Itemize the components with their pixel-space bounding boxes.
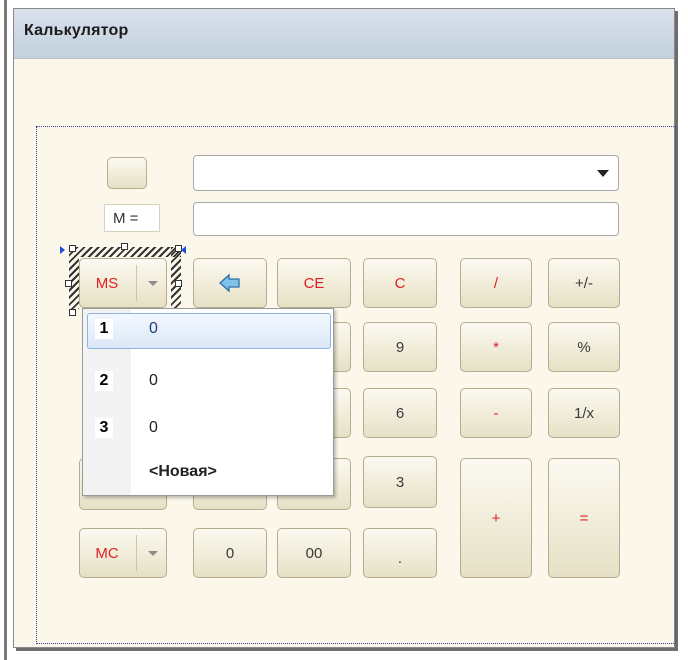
anchor-arrow-icon [181,246,186,254]
mc-dropdown-arrow[interactable] [138,529,168,577]
backspace-button[interactable] [193,258,267,308]
divide-button[interactable]: / [460,258,532,308]
memory-clear-split-button[interactable]: MC [79,528,167,578]
memory-slot-value: 0 [149,419,158,436]
resize-handle[interactable] [65,280,72,287]
double-zero-button[interactable]: 00 [277,528,351,578]
display-combobox[interactable] [193,155,619,191]
chevron-down-icon [597,169,609,177]
selection-frame-left [69,247,79,309]
memory-list-item[interactable]: 2 0 [83,363,333,399]
dropdown-arrow-button[interactable] [588,156,618,190]
selection-highlight [87,313,331,349]
memory-store-split-button[interactable]: MS [79,258,167,308]
clear-button[interactable]: C [363,258,437,308]
ms-dropdown-arrow[interactable] [138,259,168,307]
plus-minus-button[interactable]: +/- [548,258,620,308]
memory-list-item[interactable]: 3 0 [83,410,333,446]
multiply-button[interactable]: * [460,322,532,372]
selection-frame-right [171,247,181,309]
left-arrow-icon [219,273,240,293]
chevron-down-icon [148,280,158,286]
resize-handle[interactable] [69,309,76,316]
resize-handle[interactable] [121,243,128,250]
memory-label: M = [104,204,160,232]
expression-field[interactable] [193,202,619,236]
resize-handle[interactable] [69,245,76,252]
digit-6-button[interactable]: 6 [363,388,437,438]
equals-button[interactable]: = [548,458,620,578]
split-divider [136,265,137,301]
percent-button[interactable]: % [548,322,620,372]
minus-button[interactable]: - [460,388,532,438]
memory-slot-value: 0 [149,320,158,337]
memory-dropdown-list: 1 0 2 0 3 0 <Новая> [82,308,334,496]
plus-button[interactable]: + [460,458,532,578]
memory-list-item[interactable]: 1 0 [83,311,333,349]
resize-handle[interactable] [175,280,182,287]
new-memory-item[interactable]: <Новая> [149,463,217,481]
clear-entry-button[interactable]: CE [277,258,351,308]
memory-slot-number: 1 [95,319,113,339]
memory-slot-number: 2 [95,371,113,391]
anchor-arrow-icon [60,246,65,254]
digit-3-button[interactable]: 3 [363,456,437,508]
title-bar: Калькулятор [14,9,674,59]
reciprocal-button[interactable]: 1/x [548,388,620,438]
chevron-down-icon [148,550,158,556]
window-left-frame [0,0,12,660]
decimal-point-button[interactable]: . [363,528,437,578]
memory-slot-value: 0 [149,372,158,389]
top-small-button[interactable] [107,157,147,189]
window-title: Калькулятор [24,22,129,39]
split-divider [136,535,137,571]
ms-button-label: MS [95,274,119,292]
mc-button-label: MC [95,544,119,562]
digit-0-button[interactable]: 0 [193,528,267,578]
digit-9-button[interactable]: 9 [363,322,437,372]
memory-slot-number: 3 [95,418,113,438]
